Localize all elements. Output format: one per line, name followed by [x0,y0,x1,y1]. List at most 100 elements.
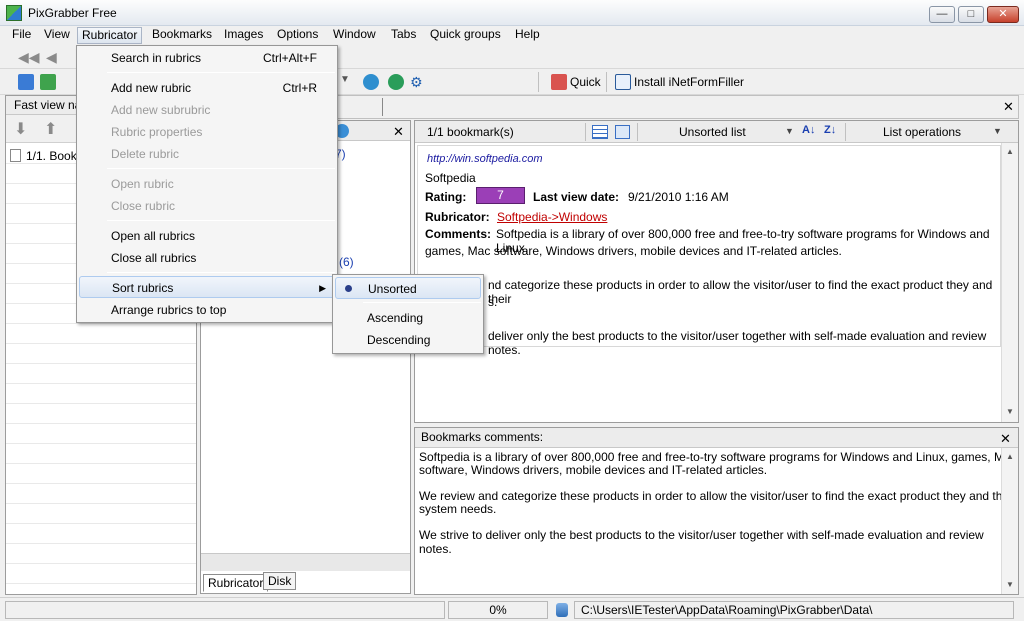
rating-label: Rating: [425,190,467,204]
prev-icon[interactable]: ◀ [46,49,62,65]
toolbar-divider [585,123,586,141]
menu-search-in-rubrics[interactable]: Search in rubrics Ctrl+Alt+F [77,47,337,69]
menu-quick-groups[interactable]: Quick groups [426,27,505,44]
menu-bar: File View Rubricator Bookmarks Images Op… [0,26,1024,45]
scroll-up-icon[interactable]: ▲ [1006,147,1014,156]
rubricator-link[interactable]: Softpedia->Windows [497,210,607,224]
bookmarks-comments-header: Bookmarks comments: ✕ [415,428,1018,448]
toolbar-divider [606,72,607,92]
sort-za-icon[interactable]: Z↓ [824,124,836,136]
back-icon[interactable]: ◀◀ [18,49,40,65]
database-icon [556,603,568,617]
close-icon[interactable]: ✕ [393,122,404,141]
vertical-scrollbar[interactable]: ▲ ▼ [1001,448,1018,594]
title-bar: PixGrabber Free — □ ✕ [0,0,1024,26]
menu-sort-rubrics[interactable]: Sort rubrics ▶ [79,276,335,298]
menu-open-all-rubrics[interactable]: Open all rubrics [77,225,337,247]
menu-add-new-subrubric: Add new subrubric [111,103,211,117]
chevron-down-icon[interactable]: ▼ [993,126,1002,136]
list-view-icon[interactable] [592,125,608,139]
quick-icon[interactable] [551,74,567,90]
submenu-ascending[interactable]: Ascending [333,307,483,329]
menu-item-label: Sort rubrics [112,281,174,295]
last-view-label: Last view date: [533,190,620,204]
minimize-button[interactable]: — [929,6,955,23]
scroll-down-icon[interactable]: ▼ [1006,580,1014,589]
comments-label: Comments: [425,227,492,241]
menu-item-label: Add new rubric [111,81,192,95]
menu-item-label: Search in rubrics [111,51,202,65]
menu-view[interactable]: View [40,27,74,44]
sort-select[interactable]: Unsorted list [679,125,746,139]
list-operations-menu[interactable]: List operations [883,125,961,139]
comments-text: games, Mac software, Windows drivers, mo… [425,244,842,258]
rating-badge: 7 [476,187,525,204]
menu-arrange-rubrics-to-top[interactable]: Arrange rubrics to top [77,299,337,321]
database-icon[interactable] [18,74,34,90]
bookmark-url[interactable]: http://win.softpedia.com [427,153,543,165]
arrow-down-icon[interactable]: ⬇ [14,119,27,139]
arrow-up-icon[interactable]: ⬆ [44,119,57,139]
chevron-right-icon: ▶ [319,283,326,293]
menu-tabs[interactable]: Tabs [387,27,420,44]
close-icon[interactable]: ✕ [1000,429,1011,448]
menu-options[interactable]: Options [273,27,322,44]
menu-images[interactable]: Images [220,27,267,44]
menu-help[interactable]: Help [511,27,544,44]
tab-divider [382,98,383,116]
tab-rubricator[interactable]: Rubricator [203,574,269,592]
chevron-down-icon[interactable]: ▼ [785,126,794,136]
last-view-date: 9/21/2010 1:16 AM [628,190,729,204]
sort-az-icon[interactable]: A↓ [802,124,815,136]
menu-delete-rubric: Delete rubric [111,147,180,161]
sort-rubrics-submenu: Unsorted Ascending Descending [332,274,484,354]
menu-bookmarks[interactable]: Bookmarks [148,27,216,44]
bookmark-panel: 1/1 bookmark(s) Unsorted list ▼ A↓ Z↓ Li… [414,120,1019,423]
menu-separator [107,72,335,73]
submenu-unsorted[interactable]: Unsorted [335,277,481,299]
grid-view-icon[interactable] [615,125,630,139]
import-icon[interactable] [40,74,56,90]
comment-text: Softpedia is a library of over 800,000 f… [419,450,1017,464]
dropdown-arrow-icon[interactable]: ▼ [340,74,350,85]
install-inetformfiller-button[interactable]: Install iNetFormFiller [634,75,744,89]
data-path: C:\Users\IETester\AppData\Roaming\PixGra… [574,601,1014,619]
page-icon [10,149,21,162]
close-button[interactable]: ✕ [987,6,1019,23]
status-message [5,601,445,619]
toolbar-divider [845,123,846,141]
vertical-scrollbar[interactable]: ▲ ▼ [1001,143,1018,422]
comment-text: We strive to deliver only the best produ… [419,528,984,556]
menu-separator [107,220,335,221]
globe-icon[interactable] [388,74,404,90]
rubricator-dropdown-menu: Search in rubrics Ctrl+Alt+F Add new rub… [76,45,338,323]
menu-window[interactable]: Window [329,27,380,44]
globe-sync-icon[interactable] [363,74,379,90]
bookmarks-comments-panel: Bookmarks comments: ✕ Softpedia is a lib… [414,427,1019,595]
menu-rubricator[interactable]: Rubricator [77,27,143,44]
close-tab-icon[interactable]: ✕ [1003,99,1014,115]
progress-percent: 0% [448,601,548,619]
horizontal-scrollbar[interactable] [201,553,410,571]
toolbar-divider [538,72,539,92]
menu-close-all-rubrics[interactable]: Close all rubrics [77,247,337,269]
menu-add-new-rubric[interactable]: Add new rubric Ctrl+R [77,77,337,99]
app-icon [6,5,22,21]
radio-selected-icon [345,285,352,292]
comment-text: software, Windows drivers, mobile device… [419,463,768,477]
toolbar-divider [637,123,638,141]
bookmark-card[interactable]: http://win.softpedia.com Softpedia Ratin… [417,145,1001,357]
quick-button[interactable]: Quick [570,75,601,89]
form-filler-icon[interactable] [615,74,631,90]
rubric-count: (6) [339,255,354,269]
comment-text: We review and categorize these products … [419,489,1016,503]
submenu-descending[interactable]: Descending [333,329,483,351]
gears-icon[interactable]: ⚙ [410,74,426,90]
scroll-up-icon[interactable]: ▲ [1006,452,1014,461]
menu-file[interactable]: File [8,27,35,44]
tab-disk[interactable]: Disk [263,572,297,590]
scroll-down-icon[interactable]: ▼ [1006,407,1014,416]
bookmark-count: 1/1 bookmark(s) [427,125,514,139]
maximize-button[interactable]: □ [958,6,984,23]
menu-rubric-properties: Rubric properties [111,125,203,139]
